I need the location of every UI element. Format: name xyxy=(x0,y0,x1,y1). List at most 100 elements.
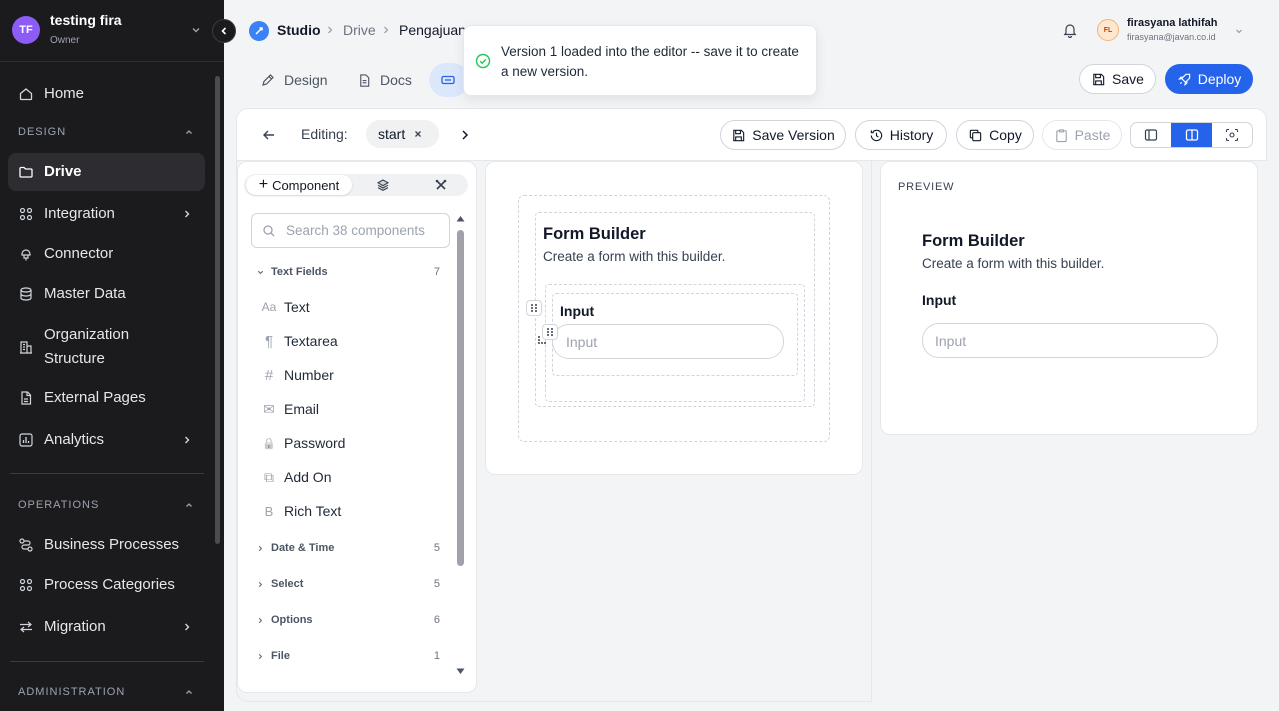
sidebar-item-drive[interactable]: Drive xyxy=(8,153,205,191)
sidebar-item-label: Business Processes xyxy=(44,536,180,553)
chevron-right-icon[interactable] xyxy=(458,128,472,142)
category-count: 1 xyxy=(433,650,440,662)
preview-input-label: Input xyxy=(922,292,957,308)
component-search[interactable] xyxy=(251,213,450,248)
drop-zone-fields[interactable]: Input xyxy=(545,284,805,402)
sidebar-item-organization-structure[interactable]: Organization Structure xyxy=(8,320,205,374)
view-editor-only-button[interactable] xyxy=(1131,123,1171,147)
database-icon xyxy=(20,287,32,301)
category-select[interactable]: Select 5 xyxy=(256,574,446,594)
sidebar-item-label: Drive xyxy=(44,163,82,180)
sidebar-item-integration[interactable]: Integration xyxy=(8,195,205,233)
save-version-label: Save Version xyxy=(752,127,835,143)
search-input[interactable] xyxy=(286,223,446,238)
preview-form-title: Form Builder xyxy=(922,232,1025,250)
sidebar-item-business-processes[interactable]: Business Processes xyxy=(8,526,205,564)
close-icon[interactable] xyxy=(413,129,423,139)
breadcrumb-current: Pengajuan xyxy=(399,22,466,38)
drop-zone-root[interactable]: Form Builder Create a form with this bui… xyxy=(518,195,830,442)
tab-design[interactable]: Design xyxy=(260,63,328,97)
deploy-label: Deploy xyxy=(1197,71,1242,87)
preview-form-subtitle: Create a form with this builder. xyxy=(922,256,1105,271)
form-container[interactable]: Form Builder Create a form with this bui… xyxy=(535,212,815,407)
user-avatar[interactable]: FL xyxy=(1097,19,1119,41)
panel-scrollbar[interactable] xyxy=(457,230,464,566)
category-file[interactable]: File 1 xyxy=(256,646,446,666)
layers-icon[interactable] xyxy=(376,178,390,192)
drag-handle[interactable] xyxy=(526,300,542,316)
category-name: Date & Time xyxy=(271,542,335,554)
building-icon xyxy=(20,341,32,354)
category-text-fields[interactable]: Text Fields 7 xyxy=(256,262,446,282)
view-split-button[interactable] xyxy=(1171,123,1212,147)
chevron-right-icon xyxy=(258,653,263,659)
component-item-textarea[interactable]: ¶ Textarea xyxy=(260,329,450,353)
canvas-input-label: Input xyxy=(560,303,595,319)
history-button[interactable]: History xyxy=(855,120,947,150)
sidebar-item-label: Process Categories xyxy=(44,576,175,593)
workspace-switcher[interactable]: TF testing fira Owner xyxy=(0,0,224,62)
view-mode-toggle xyxy=(1130,122,1253,148)
component-item-add-on[interactable]: ⧉ Add On xyxy=(260,465,450,489)
sidebar-item-process-categories[interactable]: Process Categories xyxy=(8,566,205,604)
scroll-up-icon[interactable] xyxy=(456,215,465,222)
view-preview-button[interactable] xyxy=(1212,123,1252,147)
workspace-name: testing fira xyxy=(50,12,122,28)
sidebar-item-home[interactable]: Home xyxy=(8,75,205,113)
sidebar-item-analytics[interactable]: Analytics xyxy=(8,421,205,459)
scroll-down-icon[interactable] xyxy=(456,668,465,675)
editor-toolbar: Editing: start Save Version History Copy… xyxy=(237,109,1266,161)
grip-icon[interactable] xyxy=(536,334,548,346)
sidebar-item-migration[interactable]: Migration xyxy=(8,608,205,646)
canvas-input-field[interactable] xyxy=(552,324,784,359)
preview-panel: PREVIEW Form Builder Create a form with … xyxy=(880,161,1258,435)
category-date-time[interactable]: Date & Time 5 xyxy=(256,538,446,558)
paste-button[interactable]: Paste xyxy=(1042,120,1122,150)
collapse-sidebar-button[interactable] xyxy=(212,19,236,43)
category-options[interactable]: Options 6 xyxy=(256,610,446,630)
preview-input-field[interactable] xyxy=(922,323,1218,358)
bell-icon[interactable] xyxy=(1062,22,1078,38)
breadcrumb-studio[interactable]: Studio xyxy=(277,22,321,38)
tab-docs[interactable]: Docs xyxy=(357,63,412,97)
save-button[interactable]: Save xyxy=(1079,64,1156,94)
chevron-up-icon[interactable] xyxy=(184,687,194,697)
tab-component[interactable]: + Component xyxy=(246,175,352,195)
chevron-down-icon[interactable] xyxy=(1234,26,1244,36)
chevron-right-icon xyxy=(384,26,389,34)
arrow-left-icon[interactable] xyxy=(261,127,277,143)
sidebar-item-connector[interactable]: Connector xyxy=(8,235,205,273)
canvas-form-subtitle: Create a form with this builder. xyxy=(543,249,726,264)
sidebar-item-master-data[interactable]: Master Data xyxy=(8,275,205,313)
component-item-number[interactable]: # Number xyxy=(260,363,450,387)
component-item-text[interactable]: Aa Text xyxy=(260,295,450,319)
component-item-rich-text[interactable]: B Rich Text xyxy=(260,499,450,523)
copy-button[interactable]: Copy xyxy=(956,120,1034,150)
sidebar-scrollbar[interactable] xyxy=(215,76,220,544)
save-version-button[interactable]: Save Version xyxy=(720,120,846,150)
breadcrumb-drive[interactable]: Drive xyxy=(343,22,376,38)
chevron-left-icon xyxy=(221,27,227,35)
deploy-button[interactable]: Deploy xyxy=(1165,64,1253,94)
tools-icon[interactable] xyxy=(434,178,448,192)
component-item-password[interactable]: 🔒 Password xyxy=(260,431,450,455)
hash-icon: # xyxy=(264,366,274,384)
tab-label: Component xyxy=(272,177,340,193)
component-item-email[interactable]: ✉ Email xyxy=(260,397,450,421)
chevron-up-icon[interactable] xyxy=(184,500,194,510)
sidebar-divider xyxy=(10,473,204,474)
user-name: firasyana lathifah xyxy=(1127,17,1218,29)
copy-icon xyxy=(969,129,982,141)
panel-tabs: + Component xyxy=(244,174,468,196)
history-icon xyxy=(870,129,882,141)
plus-icon: + xyxy=(258,176,269,193)
editing-chip[interactable]: start xyxy=(366,120,439,148)
chevron-down-icon xyxy=(192,28,200,33)
chevron-up-icon[interactable] xyxy=(184,127,194,137)
sidebar-item-label: Master Data xyxy=(44,285,126,302)
preview-label: PREVIEW xyxy=(898,181,955,193)
sidebar-item-label: External Pages xyxy=(44,389,146,406)
category-count: 6 xyxy=(433,614,440,626)
component-label: Number xyxy=(284,367,334,383)
sidebar-item-external-pages[interactable]: External Pages xyxy=(8,379,205,417)
